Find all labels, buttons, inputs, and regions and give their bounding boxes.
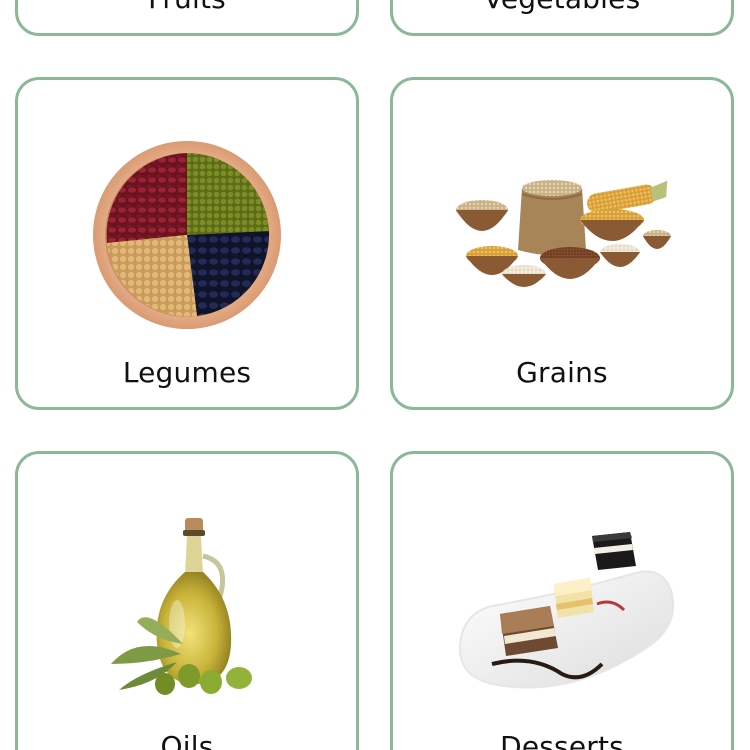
category-label-oils: Oils: [160, 730, 214, 750]
legumes-bowl-image: [18, 120, 356, 350]
dessert-plate-image: [393, 494, 731, 724]
category-label-legumes: Legumes: [122, 356, 252, 389]
food-category-grid: Fruits Vegetables: [0, 0, 750, 750]
category-card-fruits[interactable]: Fruits: [15, 0, 359, 36]
category-label-fruits: Fruits: [18, 0, 356, 15]
category-label-desserts: Desserts: [500, 730, 624, 750]
category-card-oils[interactable]: Oils: [15, 451, 359, 750]
category-label-vegetables: Vegetables: [393, 0, 731, 15]
olive-oil-bottle-image: [18, 494, 356, 724]
category-card-vegetables[interactable]: Vegetables: [390, 0, 734, 36]
category-label-grains: Grains: [516, 356, 608, 389]
grains-sack-image: [393, 120, 731, 350]
category-card-legumes[interactable]: Legumes: [15, 77, 359, 410]
category-card-desserts[interactable]: Desserts: [390, 451, 734, 750]
category-card-grains[interactable]: Grains: [390, 77, 734, 410]
